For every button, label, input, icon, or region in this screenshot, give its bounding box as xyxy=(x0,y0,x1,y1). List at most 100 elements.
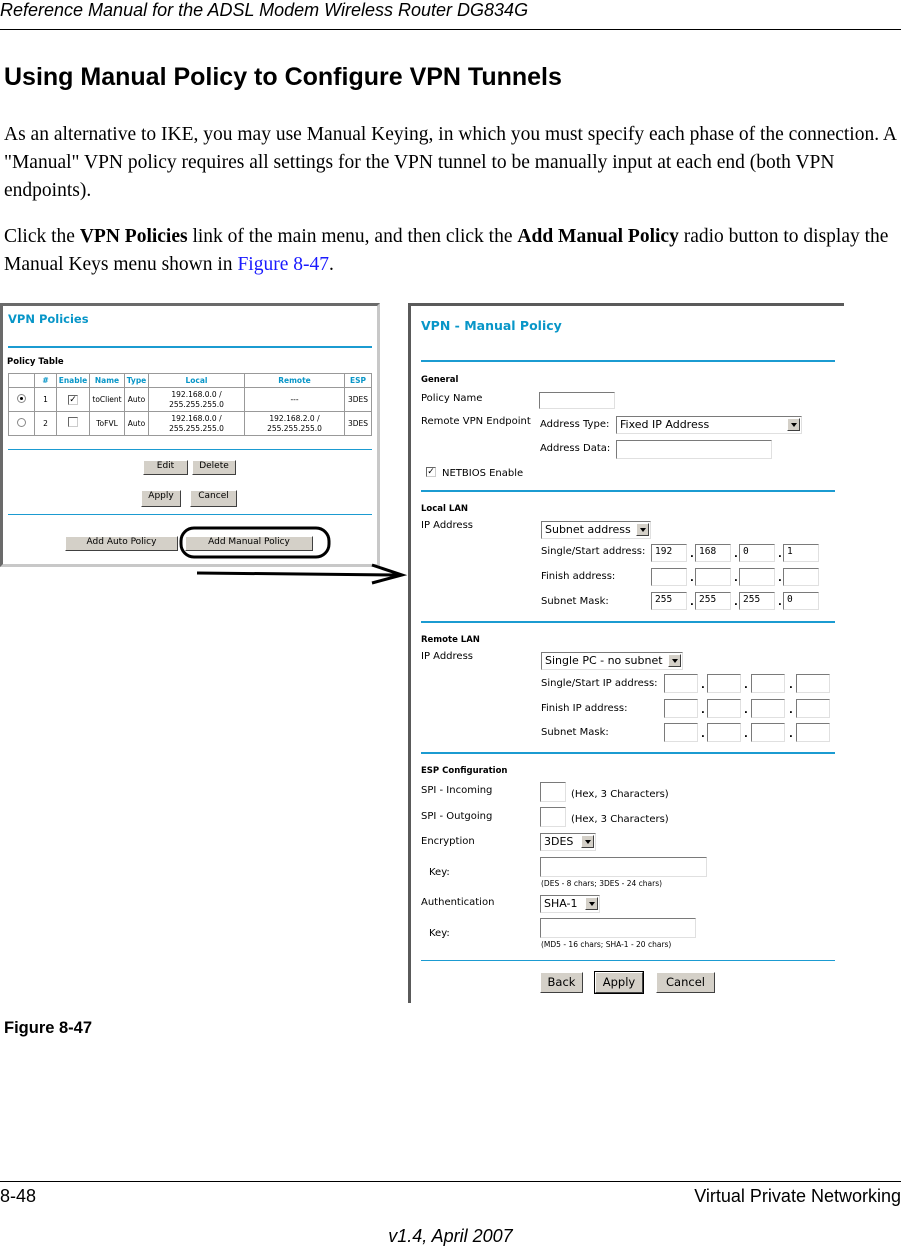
local-ip-type-select[interactable]: Subnet address xyxy=(541,521,651,539)
select-cell xyxy=(8,411,35,436)
local-line1: 192.168.0.0 / xyxy=(171,413,222,423)
remote-start-octet-3[interactable] xyxy=(751,674,785,693)
local-finish-octet-2[interactable] xyxy=(695,568,731,586)
policy-table: # Enable Name Type Local Remote ESP 1 ✓ … xyxy=(8,373,372,436)
apply-button[interactable]: Apply xyxy=(594,971,644,994)
remote-mask-octet-1[interactable] xyxy=(664,723,698,742)
manual-policy-panel: VPN - Manual Policy General Policy Name … xyxy=(408,303,844,1003)
back-button[interactable]: Back xyxy=(540,972,583,993)
auth-key-hint: (MD5 - 16 chars; SHA-1 - 20 chars) xyxy=(541,940,672,949)
text: Click the xyxy=(4,226,80,247)
spi-outgoing-input[interactable] xyxy=(540,807,566,827)
cancel-button[interactable]: Cancel xyxy=(656,972,715,993)
figure-link[interactable]: Figure 8-47 xyxy=(237,254,329,275)
chevron-down-icon[interactable] xyxy=(636,523,649,536)
select-cell xyxy=(8,387,35,412)
remote-finish-octet-2[interactable] xyxy=(707,699,741,718)
local-ip-type-value: Subnet address xyxy=(545,523,631,536)
netbios-checkbox[interactable]: ✓ xyxy=(426,467,436,477)
dot: . xyxy=(778,549,782,560)
local-mask-octet-4[interactable]: 0 xyxy=(783,592,819,610)
chevron-down-icon[interactable] xyxy=(581,835,594,848)
num-cell: 1 xyxy=(34,387,57,412)
spi-outgoing-label: SPI - Outgoing xyxy=(421,811,493,822)
local-finish-label: Finish address: xyxy=(541,571,616,582)
divider xyxy=(421,490,835,492)
type-cell: Auto xyxy=(124,387,149,412)
local-start-octet-1[interactable]: 192 xyxy=(651,544,687,562)
local-start-octet-3[interactable]: 0 xyxy=(739,544,775,562)
row-select-radio[interactable] xyxy=(17,417,26,427)
delete-button[interactable]: Delete xyxy=(192,460,236,475)
authentication-select[interactable]: SHA-1 xyxy=(540,895,600,913)
version-footer: v1.4, April 2007 xyxy=(388,1226,513,1246)
table-row: 1 ✓ toClient Auto 192.168.0.0 /255.255.2… xyxy=(8,387,372,412)
local-finish-octet-4[interactable] xyxy=(783,568,819,586)
col-esp: ESP xyxy=(344,373,372,388)
encryption-key-input[interactable] xyxy=(540,857,707,877)
local-mask-label: Subnet Mask: xyxy=(541,596,609,607)
spi-incoming-input[interactable] xyxy=(540,782,566,802)
remote-mask-octet-3[interactable] xyxy=(751,723,785,742)
name-cell: toClient xyxy=(89,387,125,412)
local-start-octet-2[interactable]: 168 xyxy=(695,544,731,562)
local-mask-octet-2[interactable]: 255 xyxy=(695,592,731,610)
policy-table-label: Policy Table xyxy=(7,357,64,367)
chevron-down-icon[interactable] xyxy=(668,654,681,667)
num-cell: 2 xyxy=(34,411,57,436)
netbios-label: NETBIOS Enable xyxy=(442,468,524,479)
bold-vpn-policies: VPN Policies xyxy=(79,226,188,247)
policy-name-input[interactable] xyxy=(539,392,615,409)
local-start-octet-4[interactable]: 1 xyxy=(783,544,819,562)
remote-mask-octet-4[interactable] xyxy=(796,723,830,742)
dot: . xyxy=(744,705,748,716)
dot: . xyxy=(701,729,705,740)
encryption-select[interactable]: 3DES xyxy=(540,833,596,851)
remote-start-octet-2[interactable] xyxy=(707,674,741,693)
chevron-down-icon[interactable] xyxy=(787,418,800,431)
enable-checkbox[interactable] xyxy=(68,417,78,427)
row-select-radio[interactable] xyxy=(17,393,26,403)
local-finish-octet-1[interactable] xyxy=(651,568,687,586)
remote-ip-type-select[interactable]: Single PC - no subnet xyxy=(541,652,683,670)
chevron-down-icon[interactable] xyxy=(585,897,598,910)
name-cell: ToFVL xyxy=(89,411,125,436)
encryption-label: Encryption xyxy=(421,836,475,847)
remote-finish-octet-1[interactable] xyxy=(664,699,698,718)
remote-start-octet-1[interactable] xyxy=(664,674,698,693)
dot: . xyxy=(734,573,738,584)
remote-finish-octet-4[interactable] xyxy=(796,699,830,718)
dot: . xyxy=(789,729,793,740)
remote-start-octet-4[interactable] xyxy=(796,674,830,693)
local-start-label: Single/Start address: xyxy=(541,546,646,557)
address-type-label: Address Type: xyxy=(540,419,610,430)
auth-key-input[interactable] xyxy=(540,918,696,938)
spi-outgoing-hint: (Hex, 3 Characters) xyxy=(571,814,669,825)
local-mask-octet-1[interactable]: 255 xyxy=(651,592,687,610)
apply-button[interactable]: Apply xyxy=(141,490,181,507)
remote-finish-octet-3[interactable] xyxy=(751,699,785,718)
cancel-button[interactable]: Cancel xyxy=(190,490,237,507)
enable-checkbox[interactable]: ✓ xyxy=(68,394,78,405)
local-finish-octet-3[interactable] xyxy=(739,568,775,586)
edit-button[interactable]: Edit xyxy=(143,460,188,475)
remote-line1: 192.168.2.0 / xyxy=(269,413,320,423)
arrow-icon xyxy=(196,563,408,585)
authentication-label: Authentication xyxy=(421,897,495,908)
local-cell: 192.168.0.0 /255.255.255.0 xyxy=(148,387,245,412)
remote-ip-type-value: Single PC - no subnet xyxy=(545,654,663,667)
remote-mask-octet-2[interactable] xyxy=(707,723,741,742)
address-data-input[interactable] xyxy=(616,440,772,459)
paragraph-instructions: Click the VPN Policies link of the main … xyxy=(4,223,901,279)
enable-cell: ✓ xyxy=(56,387,90,412)
local-mask-octet-3[interactable]: 255 xyxy=(739,592,775,610)
header-rule xyxy=(0,29,901,30)
dot: . xyxy=(690,597,694,608)
divider xyxy=(421,960,835,961)
auth-key-label: Key: xyxy=(429,928,450,939)
encryption-value: 3DES xyxy=(544,835,574,848)
local-cell: 192.168.0.0 /255.255.255.0 xyxy=(148,411,245,436)
type-cell: Auto xyxy=(124,411,149,436)
address-type-select[interactable]: Fixed IP Address xyxy=(616,416,802,434)
chapter-title: Virtual Private Networking xyxy=(694,1186,901,1206)
